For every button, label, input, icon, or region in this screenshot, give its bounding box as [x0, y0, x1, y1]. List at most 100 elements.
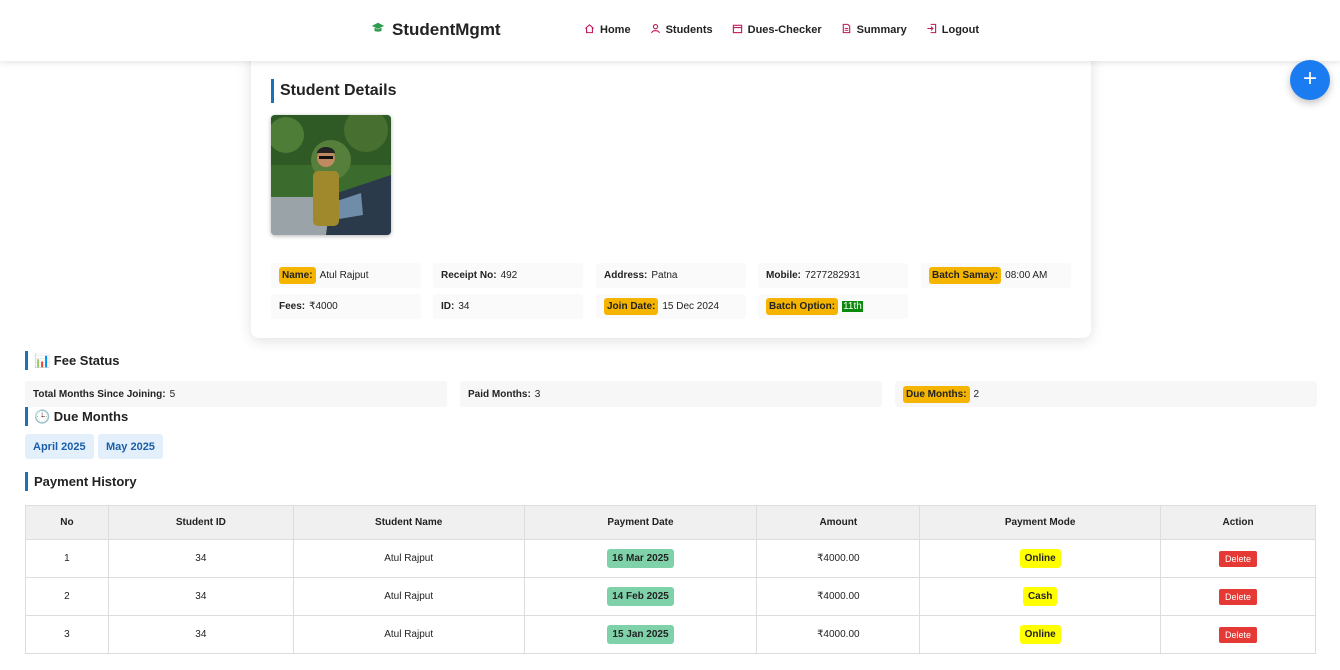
field-receipt-label: Receipt No:: [441, 270, 497, 281]
cell-payment-mode: Cash: [919, 577, 1162, 616]
cell-amount: ₹4000.00: [756, 577, 921, 616]
payment-date-badge: 15 Jan 2025: [607, 625, 674, 644]
cell-no: 2: [25, 577, 109, 616]
calendar-icon: [732, 23, 743, 37]
column-header-amount: Amount: [756, 505, 921, 540]
column-header-student-name: Student Name: [292, 505, 525, 540]
cell-amount: ₹4000.00: [756, 615, 921, 654]
student-photo: [271, 115, 391, 235]
payment-mode-badge: Online: [1019, 625, 1061, 644]
due-month-tag: May 2025: [98, 434, 163, 459]
payment-history-table: No Student ID Student Name Payment Date …: [25, 505, 1316, 654]
field-batch-samay: Batch Samay: 08:00 AM: [921, 263, 1071, 288]
nav-summary[interactable]: Summary: [841, 23, 907, 37]
cell-action: Delete: [1160, 539, 1316, 578]
stat-due-label: Due Months:: [903, 385, 970, 403]
stat-due-months: Due Months: 2: [895, 381, 1317, 407]
cell-payment-mode: Online: [919, 615, 1162, 654]
nav-home-label: Home: [600, 24, 631, 36]
student-details-title: Student Details: [271, 79, 396, 103]
field-id-label: ID:: [441, 301, 455, 312]
field-receipt: Receipt No: 492: [433, 263, 583, 288]
nav-summary-label: Summary: [856, 24, 907, 36]
column-header-no: No: [25, 505, 109, 540]
nav-dues-checker[interactable]: Dues-Checker: [732, 23, 822, 37]
field-receipt-value: 492: [500, 270, 518, 281]
field-batch-option-value: 11th: [842, 301, 863, 312]
stat-total-label: Total Months Since Joining:: [33, 388, 166, 400]
field-address-value: Patna: [651, 270, 678, 281]
cell-student-id: 34: [107, 577, 294, 616]
field-join-date: Join Date: 15 Dec 2024: [596, 294, 746, 319]
field-mobile-label: Mobile:: [766, 270, 801, 281]
cell-no: 1: [25, 539, 109, 578]
nav-logout-label: Logout: [941, 24, 980, 36]
nav-students-label: Students: [665, 24, 713, 36]
nav-logout[interactable]: Logout: [926, 23, 979, 37]
field-address-label: Address:: [604, 270, 648, 281]
stat-paid-value: 3: [534, 388, 541, 400]
student-details-card: Student Details Name: Atul Rajput Receip…: [251, 40, 1091, 338]
payment-date-badge: 14 Feb 2025: [607, 587, 674, 606]
cell-payment-mode: Online: [919, 539, 1162, 578]
document-icon: [841, 23, 852, 37]
field-id-value: 34: [458, 301, 470, 312]
nav-home[interactable]: Home: [584, 23, 631, 37]
payment-history-title: Payment History: [25, 472, 137, 491]
due-month-tag: April 2025: [25, 434, 94, 459]
logout-icon: [926, 23, 937, 37]
payment-mode-badge: Online: [1019, 549, 1061, 568]
cell-action: Delete: [1160, 577, 1316, 616]
user-icon: [650, 23, 661, 37]
field-mobile: Mobile: 7277282931: [758, 263, 908, 288]
stat-paid-months: Paid Months: 3: [460, 381, 882, 407]
field-batch-samay-value: 08:00 AM: [1005, 270, 1048, 281]
cell-no: 3: [25, 615, 109, 654]
due-months-title: 🕒 Due Months: [25, 407, 128, 426]
nav-students[interactable]: Students: [650, 23, 713, 37]
delete-button[interactable]: Delete: [1219, 550, 1258, 567]
nav-menu: Home Students Dues-Checker Summary Logou…: [584, 23, 979, 37]
stat-total-months: Total Months Since Joining: 5: [25, 381, 447, 407]
delete-button[interactable]: Delete: [1219, 588, 1258, 605]
graduation-cap-icon: [371, 20, 385, 40]
field-batch-samay-label: Batch Samay:: [929, 267, 1002, 284]
nav-dues-checker-label: Dues-Checker: [747, 24, 822, 36]
field-name-label: Name:: [279, 267, 316, 284]
field-join-date-value: 15 Dec 2024: [662, 301, 720, 312]
stat-total-value: 5: [169, 388, 176, 400]
cell-payment-date: 16 Mar 2025: [523, 539, 758, 578]
field-fees-value: ₹4000: [309, 301, 338, 312]
brand[interactable]: StudentMgmt: [371, 20, 501, 40]
field-id: ID: 34: [433, 294, 583, 319]
cell-student-id: 34: [107, 539, 294, 578]
field-batch-option: Batch Option: 11th: [758, 294, 908, 319]
fee-status-title: 📊 Fee Status: [25, 351, 120, 370]
home-icon: [584, 23, 595, 37]
column-header-payment-date: Payment Date: [523, 505, 758, 540]
field-join-date-label: Join Date:: [604, 298, 659, 315]
column-header-payment-mode: Payment Mode: [919, 505, 1162, 540]
delete-button[interactable]: Delete: [1219, 626, 1258, 643]
cell-payment-date: 14 Feb 2025: [523, 577, 758, 616]
navbar: StudentMgmt Home Students Dues-Checker S…: [0, 0, 1340, 61]
add-student-button[interactable]: +: [1290, 60, 1330, 100]
stat-paid-label: Paid Months:: [468, 388, 531, 400]
stat-due-value: 2: [973, 388, 980, 400]
payment-date-badge: 16 Mar 2025: [607, 549, 674, 568]
cell-payment-date: 15 Jan 2025: [523, 615, 758, 654]
table-row: 2 34 Atul Rajput 14 Feb 2025 ₹4000.00 Ca…: [25, 577, 1316, 616]
column-header-action: Action: [1160, 505, 1316, 540]
column-header-student-id: Student ID: [107, 505, 294, 540]
cell-student-name: Atul Rajput: [292, 615, 525, 654]
cell-action: Delete: [1160, 615, 1316, 654]
table-row: 1 34 Atul Rajput 16 Mar 2025 ₹4000.00 On…: [25, 539, 1316, 578]
field-fees: Fees: ₹4000: [271, 294, 421, 319]
table-header-row: No Student ID Student Name Payment Date …: [25, 505, 1316, 540]
cell-student-name: Atul Rajput: [292, 577, 525, 616]
field-address: Address: Patna: [596, 263, 746, 288]
field-mobile-value: 7277282931: [805, 270, 861, 281]
field-fees-label: Fees:: [279, 301, 306, 312]
field-name: Name: Atul Rajput: [271, 263, 421, 288]
brand-name: StudentMgmt: [392, 20, 501, 39]
